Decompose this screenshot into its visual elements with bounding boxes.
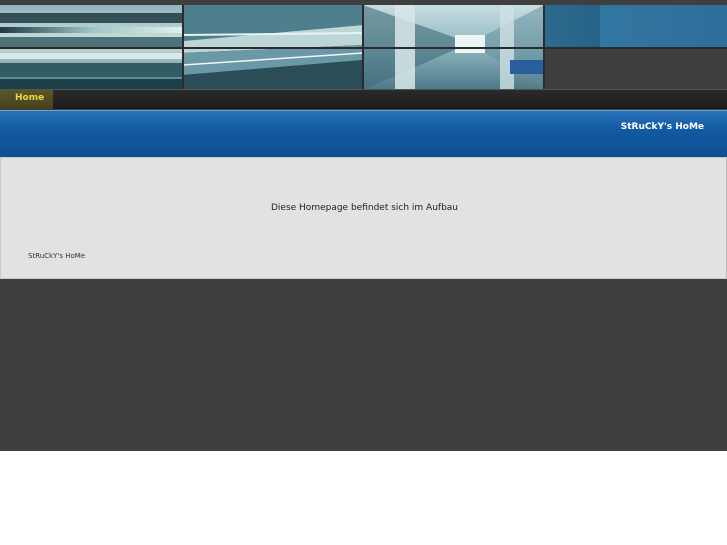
site-title: StRuCkY's HoMe [620,122,704,132]
construction-message: Diese Homepage befindet sich im Aufbau [270,203,459,213]
content-area: Diese Homepage befindet sich im Aufbau S… [0,157,727,279]
footer-site-name: StRuCkY's HoMe [28,252,86,260]
title-bar: StRuCkY's HoMe [0,110,727,157]
main-navigation: Home [0,89,727,109]
header-banner-image [0,5,727,90]
page-frame: Home StRuCkY's HoMe Diese Homepage befin… [0,0,727,451]
nav-item-home[interactable]: Home [0,90,53,109]
